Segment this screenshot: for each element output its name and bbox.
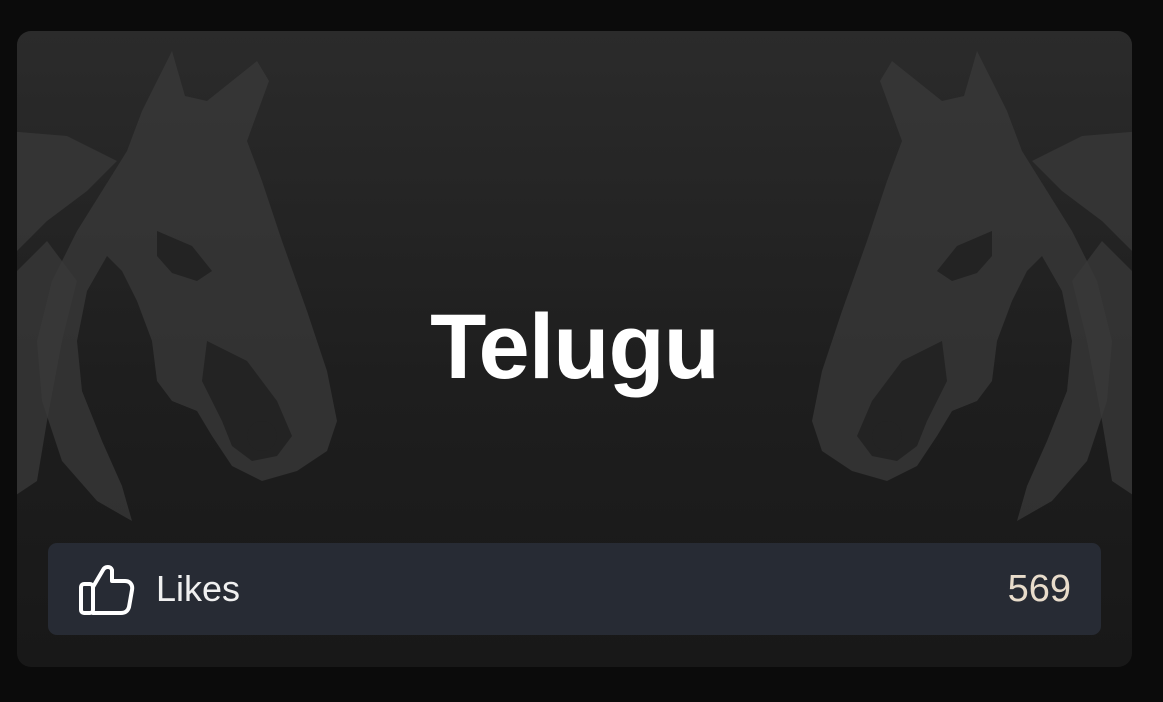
likes-label: Likes bbox=[156, 568, 241, 609]
likes-bar[interactable]: Likes 569 bbox=[48, 543, 1101, 635]
thumbs-up-icon[interactable] bbox=[78, 560, 136, 618]
horse-head-icon bbox=[812, 51, 1132, 521]
card-title: Telugu bbox=[430, 296, 720, 398]
horse-head-icon bbox=[17, 51, 337, 521]
category-card[interactable]: Telugu Likes 569 bbox=[17, 31, 1132, 667]
likes-count: 569 bbox=[1007, 567, 1071, 610]
